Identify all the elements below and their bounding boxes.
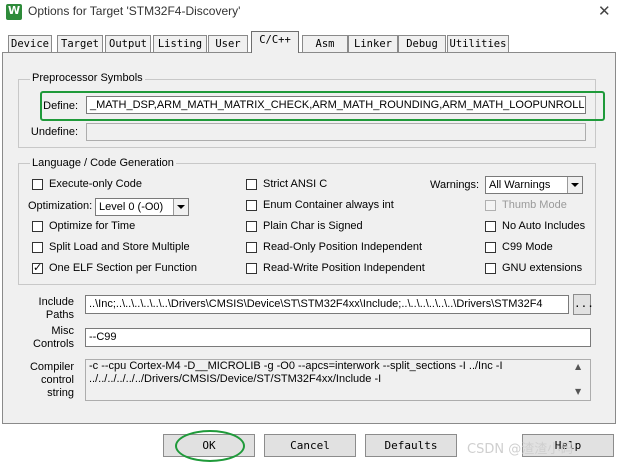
cancel-button[interactable]: Cancel xyxy=(264,434,356,457)
readwrite-pi-label: Read-Write Position Independent xyxy=(263,262,425,274)
compiler-string-line1: -c --cpu Cortex-M4 -D__MICROLIB -g -O0 -… xyxy=(89,360,503,372)
split-load-store-label: Split Load and Store Multiple xyxy=(49,241,190,253)
c99-mode-checkbox[interactable] xyxy=(485,242,496,253)
tab-linker[interactable]: Linker xyxy=(348,35,398,52)
one-elf-section-checkbox[interactable] xyxy=(32,261,43,274)
chevron-down-icon[interactable] xyxy=(567,177,582,193)
misc-controls-label-line2: Controls xyxy=(33,338,74,350)
optimize-time-label: Optimize for Time xyxy=(49,220,136,232)
no-auto-includes-label: No Auto Includes xyxy=(502,220,586,232)
tab-device[interactable]: Device xyxy=(8,35,52,52)
ok-highlight xyxy=(175,430,245,462)
tab-user[interactable]: User xyxy=(208,35,248,52)
optimization-label: Optimization: xyxy=(28,200,93,212)
enum-container-label: Enum Container always int xyxy=(263,199,394,211)
compiler-string-line2: ../../../../../../Drivers/CMSIS/Device/S… xyxy=(89,373,382,385)
language-group-title: Language / Code Generation xyxy=(30,157,176,169)
watermark: CSDN @渣渣小码 xyxy=(467,442,574,457)
split-load-store-checkbox[interactable] xyxy=(32,242,43,253)
tab-utilities[interactable]: Utilities xyxy=(447,35,509,52)
undefine-field[interactable] xyxy=(86,123,586,141)
tab-debug[interactable]: Debug xyxy=(398,35,446,52)
enum-container-checkbox[interactable] xyxy=(246,200,257,211)
optimize-time-checkbox[interactable] xyxy=(32,221,43,232)
scroll-down-icon[interactable]: ▼ xyxy=(575,387,581,396)
include-paths-browse-button[interactable]: ... xyxy=(573,294,594,315)
c99-mode-label: C99 Mode xyxy=(502,241,553,253)
plain-char-signed-label: Plain Char is Signed xyxy=(263,220,363,232)
gnu-extensions-checkbox[interactable] xyxy=(485,263,496,274)
warnings-value: All Warnings xyxy=(489,179,551,191)
tab-listing[interactable]: Listing xyxy=(153,35,207,52)
optimization-select[interactable]: Level 0 (-O0) xyxy=(95,198,189,216)
thumb-mode-checkbox[interactable] xyxy=(485,200,496,211)
warnings-label: Warnings: xyxy=(430,179,480,191)
strict-ansi-label: Strict ANSI C xyxy=(263,178,328,190)
compiler-string-field[interactable]: -c --cpu Cortex-M4 -D__MICROLIB -g -O0 -… xyxy=(85,359,591,401)
strict-ansi-checkbox[interactable] xyxy=(246,179,257,190)
gnu-extensions-label: GNU extensions xyxy=(502,262,583,274)
plain-char-signed-checkbox[interactable] xyxy=(246,221,257,232)
optimization-value: Level 0 (-O0) xyxy=(99,201,164,213)
compiler-string-label-line1: Compiler xyxy=(29,361,74,373)
misc-controls-field[interactable]: --C99 xyxy=(85,328,591,347)
include-paths-label-line1: Include xyxy=(38,296,74,308)
scroll-up-icon[interactable]: ▲ xyxy=(575,362,581,371)
warnings-select[interactable]: All Warnings xyxy=(485,176,583,194)
include-paths-field[interactable]: ..\Inc;..\..\..\..\..\..\Drivers\CMSIS\D… xyxy=(85,295,569,314)
defaults-button[interactable]: Defaults xyxy=(365,434,457,457)
chevron-down-icon[interactable] xyxy=(173,199,188,215)
readonly-pi-label: Read-Only Position Independent xyxy=(263,241,422,253)
tab-cc[interactable]: C/C++ xyxy=(251,31,299,53)
misc-controls-label-line1: Misc xyxy=(51,325,74,337)
compiler-string-label-line2: control xyxy=(40,374,74,386)
keil-icon xyxy=(6,4,22,20)
thumb-mode-label: Thumb Mode xyxy=(502,199,567,211)
no-auto-includes-checkbox[interactable] xyxy=(485,221,496,232)
define-highlight xyxy=(40,91,605,121)
tab-target[interactable]: Target xyxy=(57,35,103,52)
close-icon[interactable]: ✕ xyxy=(598,2,611,20)
tab-asm[interactable]: Asm xyxy=(302,35,348,52)
readonly-pi-checkbox[interactable] xyxy=(246,242,257,253)
tab-output[interactable]: Output xyxy=(105,35,151,52)
window-title: Options for Target 'STM32F4-Discovery' xyxy=(28,4,241,18)
execute-only-label: Execute-only Code xyxy=(49,178,142,190)
undefine-label: Undefine: xyxy=(30,126,78,138)
execute-only-checkbox[interactable] xyxy=(32,179,43,190)
one-elf-section-label: One ELF Section per Function xyxy=(49,262,197,274)
preprocessor-group-title: Preprocessor Symbols xyxy=(30,72,145,84)
include-paths-label-line2: Paths xyxy=(45,309,74,321)
readwrite-pi-checkbox[interactable] xyxy=(246,263,257,274)
compiler-string-label-line3: string xyxy=(47,387,74,399)
